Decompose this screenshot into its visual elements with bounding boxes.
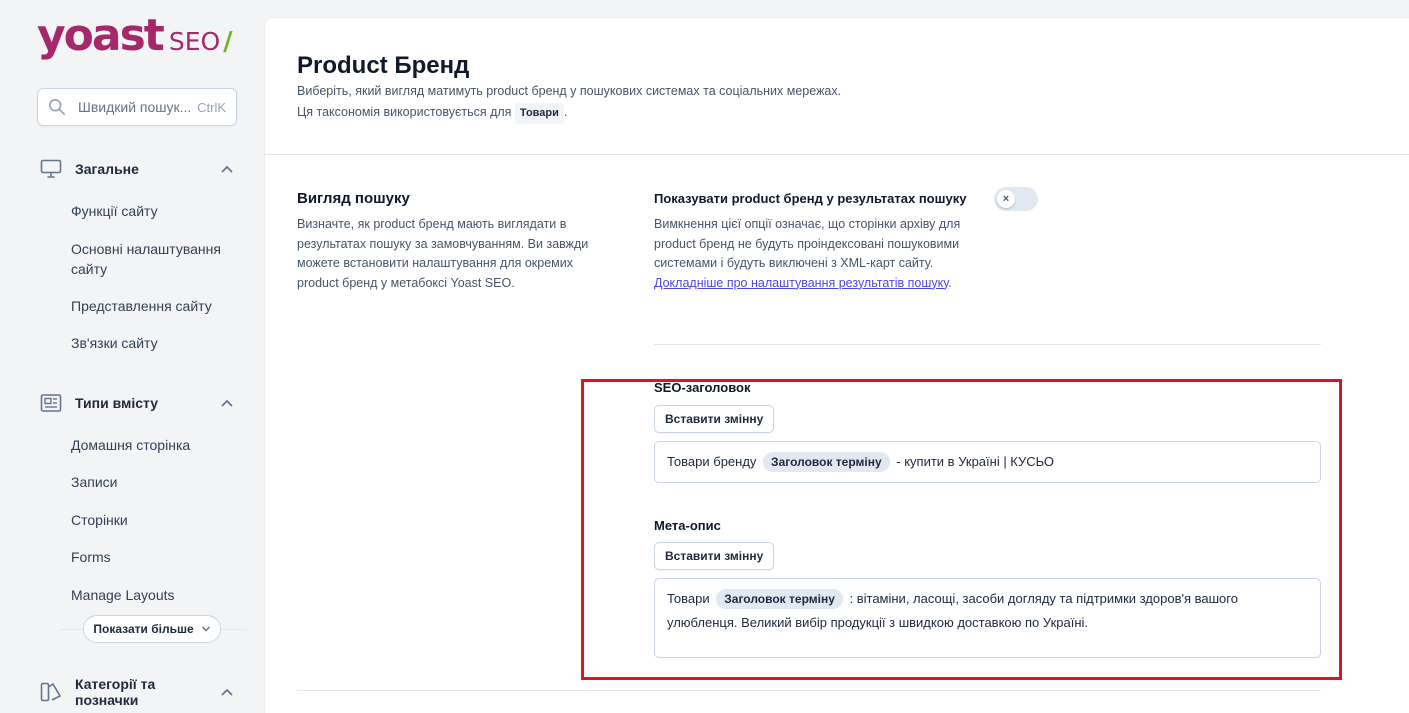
sidebar-item-site-basics[interactable]: Основні налаштування сайту <box>71 239 241 279</box>
section-description: Визначте, як product бренд мають вигляда… <box>297 217 589 290</box>
sidebar: yoast SEO / Швидкий пошук... CtrlK Загал… <box>0 0 265 713</box>
page-description: Виберіть, який вигляд матимуть product б… <box>297 81 841 124</box>
show-more-button[interactable]: Показати більше <box>83 615 221 643</box>
chevron-up-icon <box>221 688 233 696</box>
nav-group-general[interactable]: Загальне <box>40 159 240 179</box>
sidebar-item-site-features[interactable]: Функції сайту <box>71 201 241 221</box>
show-in-search-label: Показувати product бренд у результатах п… <box>654 191 967 206</box>
logo-seo-text: SEO <box>168 27 221 56</box>
search-placeholder: Швидкий пошук... <box>78 99 192 115</box>
nav-group-title: Категорії та позначки <box>75 676 156 708</box>
field-divider <box>654 344 1321 345</box>
toggle-knob: × <box>997 190 1015 208</box>
show-more-label: Показати більше <box>93 622 194 636</box>
show-in-search-desc-text: Вимкнення цієї опції означає, що сторінк… <box>654 217 961 270</box>
logo-slash: / <box>223 27 233 57</box>
link-suffix: . <box>948 275 952 290</box>
logo-text: yoast <box>37 10 165 61</box>
section-title: Вигляд пошуку <box>297 190 410 207</box>
highlight-box <box>581 379 1342 680</box>
page-desc-suffix: . <box>563 105 568 119</box>
nav-group-content-types[interactable]: Типи вмісту <box>40 393 240 413</box>
tag-icon <box>40 682 61 702</box>
nav-group-categories-tags[interactable]: Категорії та позначки <box>40 676 240 708</box>
page-desc-line2: Ця таксономія використовується для Товар… <box>297 102 841 124</box>
chevron-up-icon <box>221 399 233 407</box>
show-in-search-description: Вимкнення цієї опції означає, що сторінк… <box>654 215 964 293</box>
chevron-up-icon <box>221 165 233 173</box>
section-divider <box>297 690 1321 691</box>
close-icon: × <box>1002 193 1010 205</box>
sidebar-item-forms[interactable]: Forms <box>71 547 241 567</box>
search-shortcut: CtrlK <box>197 99 226 115</box>
nav-group-title: Типи вмісту <box>75 395 159 411</box>
sidebar-item-pages[interactable]: Сторінки <box>71 510 241 530</box>
document-icon <box>40 394 62 412</box>
sidebar-item-posts[interactable]: Записи <box>71 472 241 492</box>
page-desc-prefix: Ця таксономія використовується для <box>297 105 512 119</box>
show-in-search-toggle[interactable]: × <box>994 187 1038 211</box>
sidebar-item-site-connections[interactable]: Зв'язки сайту <box>71 333 241 353</box>
yoast-seo-logo[interactable]: yoast SEO / <box>37 14 233 58</box>
divider <box>59 629 83 630</box>
sidebar-item-homepage[interactable]: Домашня сторінка <box>71 435 241 455</box>
taxonomy-post-type-badge: Товари <box>514 103 564 124</box>
page-desc-line1: Виберіть, який вигляд матимуть product б… <box>297 84 842 98</box>
chevron-down-icon <box>201 626 210 632</box>
sidebar-item-site-representation[interactable]: Представлення сайту <box>71 296 241 316</box>
divider <box>221 629 247 630</box>
search-icon <box>48 98 66 116</box>
page-title: Product Бренд <box>297 52 470 79</box>
monitor-icon <box>40 159 62 178</box>
quick-search-input[interactable]: Швидкий пошук... CtrlK <box>37 88 237 126</box>
learn-more-link[interactable]: Докладніше про налаштування результатів … <box>654 276 948 290</box>
header-divider <box>265 154 1409 155</box>
nav-group-title: Загальне <box>75 161 139 177</box>
sidebar-item-manage-layouts[interactable]: Manage Layouts <box>71 585 241 605</box>
